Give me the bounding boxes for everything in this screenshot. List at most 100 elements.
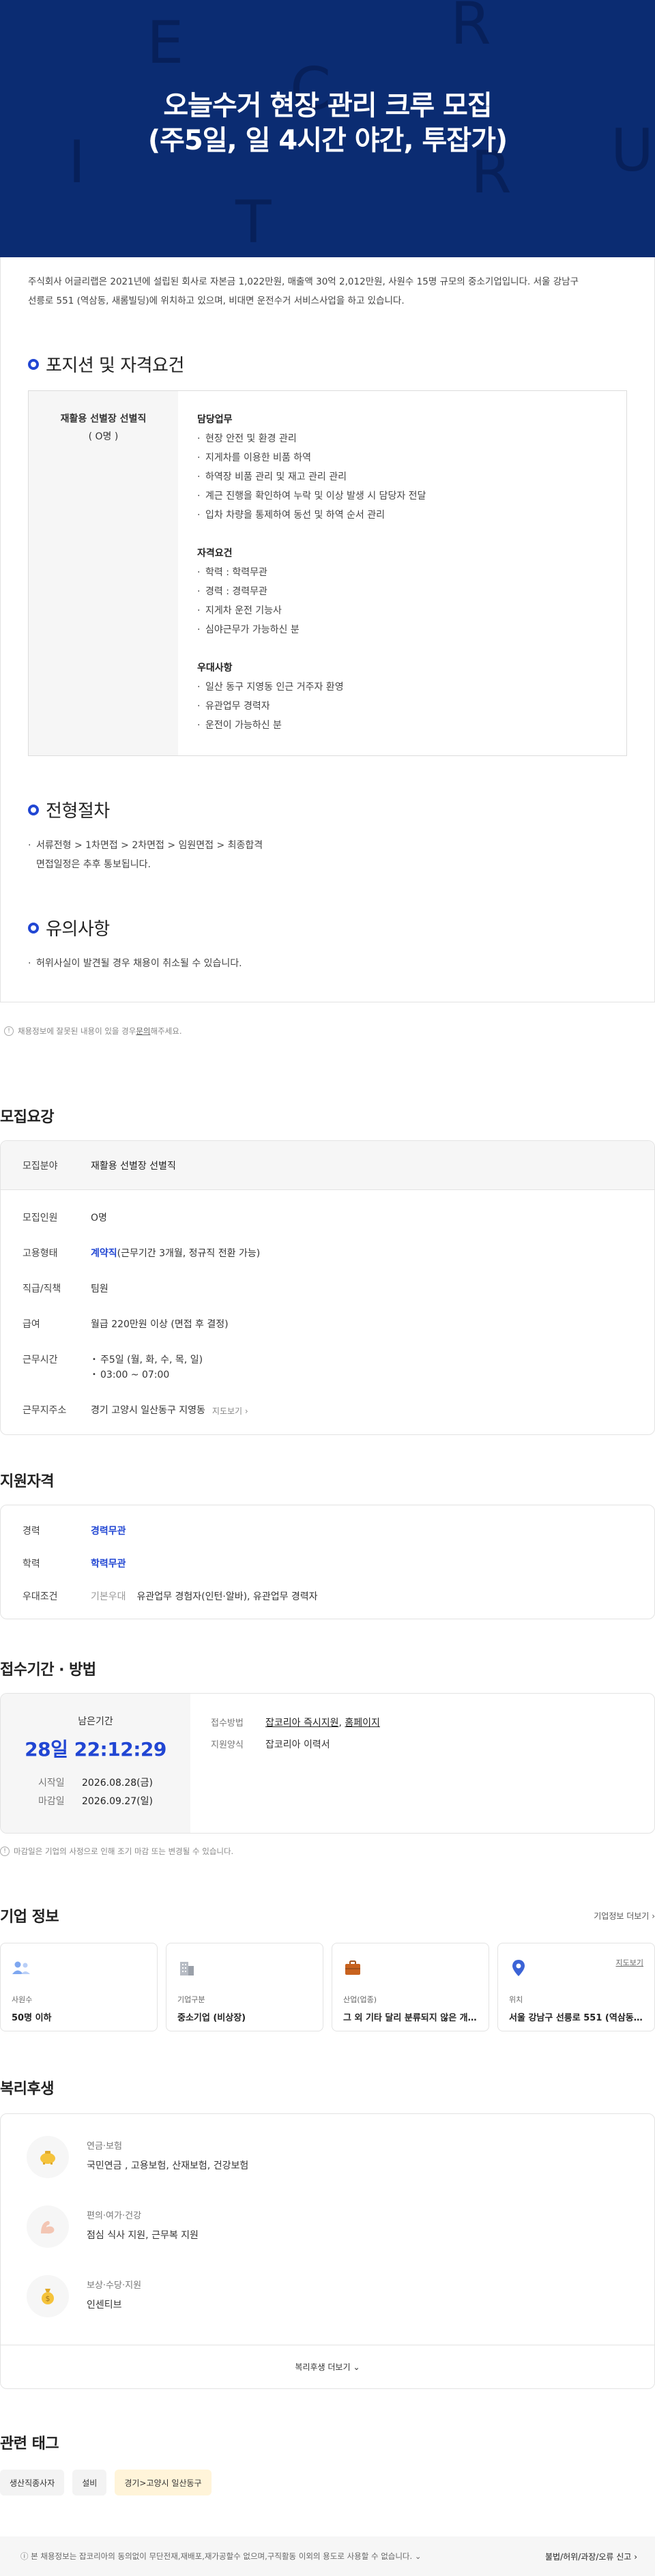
bullet-ring-icon	[28, 358, 39, 370]
welfare-card: 연금·보험 국민연금 , 고용보험, 산재보험, 건강보험 편의·여가·건강 점…	[0, 2113, 655, 2389]
card-label: 기업구분	[177, 1995, 205, 2004]
list-item: 유관업무 경력자	[197, 697, 626, 716]
recruit-card: 모집분야 재활용 선별장 선별직 모집인원 O명 고용형태 계약직(근무기간 3…	[0, 1140, 655, 1435]
chevron-right-icon: ›	[634, 2551, 637, 2562]
method-row: 접수방법 잡코리아 즉시지원, 홈페이지	[211, 1716, 380, 1729]
apply-method: 접수방법 잡코리아 즉시지원, 홈페이지 지원양식 잡코리아 이력서	[190, 1694, 380, 1833]
report-abuse-link[interactable]: 불법/허위/과장/오류 신고 ›	[545, 2551, 637, 2562]
chevron-right-icon: ›	[652, 1911, 655, 1921]
chevron-down-icon: ⌄	[414, 2551, 422, 2561]
list-item: 경력 : 경력무관	[197, 582, 626, 601]
jobkorea-apply-link[interactable]: 잡코리아 즉시지원	[265, 1718, 339, 1728]
company-cards: 사원수 50명 이하 기업구분 중소기업 (비상장) 산업(업종) 그 외 기타…	[0, 1943, 655, 2031]
job-detail: 주식회사 어글리랩은 2021년에 설립된 회사로 자본금 1,022만원, 매…	[0, 257, 655, 1002]
group-title: 담당업무	[197, 414, 233, 425]
welfare-value: 국민연금 , 고용보험, 산재보험, 건강보험	[87, 2160, 249, 2171]
row-key: 근무지주소	[23, 1405, 67, 1416]
hero-deco-letter: E	[147, 9, 184, 77]
preference-row: 우대조건 기본우대 유관업무 경험자(인턴·알바), 유관업무 경력자	[1, 1590, 654, 1604]
end-date: 2026.09.27(일)	[82, 1796, 153, 1807]
form-row: 지원양식 잡코리아 이력서	[211, 1737, 380, 1751]
list-item: 지게차 운전 기능사	[197, 601, 626, 620]
recruit-rows: 모집인원 O명 고용형태 계약직(근무기간 3개월, 정규직 전환 가능) 직급…	[1, 1190, 654, 1434]
card-value: 중소기업 (비상장)	[177, 2013, 246, 2023]
card-value: 서울 강남구 선릉로 551 (역삼동,...	[509, 2013, 643, 2023]
row-key: 모집인원	[23, 1213, 58, 1224]
map-view-button[interactable]: 지도보기 ›	[212, 1403, 248, 1418]
list-item: 허위사실이 발견될 경우 채용이 취소될 수 있습니다.	[28, 954, 627, 973]
row-key: 경력	[23, 1526, 40, 1537]
tag-chip[interactable]: 생산직종사자	[0, 2470, 65, 2495]
location-map-link[interactable]: 지도보기	[616, 1957, 643, 1968]
welfare-category: 보상·수당·지원	[87, 2281, 142, 2291]
tag-chip[interactable]: 경기>고양시 일산동구	[115, 2470, 212, 2495]
position-heading: 포지션 및 자격요건	[28, 351, 627, 377]
report-tip: ! 채용정보에 잘못된 내용이 있을 경우 문의 해주세요.	[0, 1002, 655, 1045]
company-card-location: 지도보기 위치 서울 강남구 선릉로 551 (역삼동,...	[497, 1943, 655, 2031]
homepage-link[interactable]: 홈페이지	[345, 1718, 380, 1728]
company-intro-line: 주식회사 어글리랩은 2021년에 설립된 회사로 자본금 1,022만원, 매…	[28, 276, 579, 287]
footer-notice-body: 본 채용정보는 잡코리아의 동의없이 무단전재,재배포,재가공할수 없으며,구직…	[31, 2551, 413, 2561]
row-key: 근무시간	[23, 1355, 58, 1365]
career-row: 경력 경력무관	[1, 1524, 654, 1538]
group-title: 우대사항	[197, 663, 233, 674]
list-item: 면접일정은 추후 통보됩니다.	[36, 859, 151, 870]
row-value: 학력무관	[91, 1559, 126, 1569]
tags-heading: 관련 태그	[0, 2435, 59, 2452]
employment-type-detail: (근무기간 3개월, 정규직 전환 가능)	[117, 1248, 261, 1259]
preference-tag: 기본우대	[91, 1591, 126, 1602]
list-item: 현장 안전 및 환경 관리	[197, 429, 626, 448]
row-key: 접수방법	[211, 1718, 244, 1728]
tags-section: 관련 태그 생산직종사자 설비 경기>고양시 일산동구	[0, 2431, 655, 2495]
row-key: 고용형태	[23, 1248, 58, 1259]
recruit-section: 모집요강 모집분야 재활용 선별장 선별직 모집인원 O명 고용형태 계약직(근…	[0, 1105, 655, 1435]
hero-deco-letter: T	[235, 188, 272, 257]
tag-chip[interactable]: 설비	[72, 2470, 107, 2495]
company-heading: 기업 정보	[0, 1909, 59, 1926]
rank-row: 직급/직책 팀원	[1, 1282, 654, 1297]
preferences-group: 우대사항 일산 동구 지영동 인근 거주자 환영 유관업무 경력자 운전이 가능…	[197, 659, 626, 735]
remain-countdown: 28일 22:12:29	[25, 1738, 166, 1761]
card-value: 그 외 기타 달리 분류되지 않은 개...	[343, 2013, 478, 2023]
qualification-section: 지원자격 경력 경력무관 학력 학력무관 우대조건 기본우대 유관업무 경험자(…	[0, 1469, 655, 1619]
notes-heading: 유의사항	[28, 915, 627, 940]
card-label: 산업(업종)	[343, 1995, 377, 2004]
requirements-group: 자격요건 학력 : 학력무관 경력 : 경력무관 지게차 운전 기능사 심야근무…	[197, 544, 626, 639]
company-more-label: 기업정보 더보기	[594, 1911, 650, 1921]
company-more-link[interactable]: 기업정보 더보기 ›	[594, 1910, 655, 1922]
welfare-category: 연금·보험	[87, 2141, 122, 2152]
welfare-more-label: 복리후생 더보기	[295, 2362, 351, 2372]
recruit-heading: 모집요강	[0, 1109, 54, 1126]
welfare-value: 인센티브	[87, 2300, 122, 2311]
bullet-ring-icon	[28, 922, 39, 934]
info-icon: ⓘ	[20, 2551, 31, 2561]
position-requirements: 담당업무 현장 안전 및 환경 관리 지게차를 이용한 비품 하역 하역장 비품…	[178, 391, 626, 755]
row-key: 급여	[23, 1319, 40, 1330]
list-item: 지게차를 이용한 비품 하역	[197, 448, 626, 467]
salary-row: 급여 월급 220만원 이상 (면접 후 결정)	[1, 1317, 654, 1332]
row-value: 월급 220만원 이상 (면접 후 결정)	[91, 1319, 229, 1330]
card-value: 50명 이하	[12, 2013, 52, 2023]
headcount-row: 모집인원 O명	[1, 1211, 654, 1226]
duties-group: 담당업무 현장 안전 및 환경 관리 지게차를 이용한 비품 하역 하역장 비품…	[197, 410, 626, 525]
list-item: 심야근무가 가능하신 분	[197, 620, 626, 639]
company-card-industry: 산업(업종) 그 외 기타 달리 분류되지 않은 개...	[332, 1943, 489, 2031]
position-table: 재활용 선별장 선별직 ( O명 ) 담당업무 현장 안전 및 환경 관리 지게…	[28, 390, 627, 756]
process-heading-text: 전형절차	[46, 801, 110, 822]
welfare-item: $ 보상·수당·지원 인센티브	[1, 2275, 654, 2317]
welfare-heading: 복리후생	[0, 2081, 54, 2098]
start-date: 2026.08.28(금)	[82, 1778, 153, 1789]
building-icon	[177, 1958, 196, 1978]
notes-heading-text: 유의사항	[46, 919, 110, 940]
position-headcount: ( O명 )	[88, 431, 119, 442]
row-value: 경기 고양시 일산동구 지영동	[91, 1405, 205, 1416]
welfare-item: 연금·보험 국민연금 , 고용보험, 산재보험, 건강보험	[1, 2136, 654, 2178]
row-value: 유관업무 경험자(인턴·알바), 유관업무 경력자	[136, 1591, 318, 1602]
welfare-more-button[interactable]: 복리후생 더보기 ⌄	[1, 2345, 654, 2388]
location-pin-icon	[509, 1958, 528, 1978]
card-label: 위치	[509, 1995, 523, 2004]
footer-notice-text: ⓘ 본 채용정보는 잡코리아의 동의없이 무단전재,재배포,재가공할수 없으며,…	[20, 2551, 421, 2562]
work-hours: 03:00 ~ 07:00	[91, 1367, 203, 1383]
list-item: 서류전형 > 1차면접 > 2차면접 > 임원면접 > 최종합격	[28, 836, 627, 855]
report-inquiry-link[interactable]: 문의	[136, 1026, 150, 1037]
